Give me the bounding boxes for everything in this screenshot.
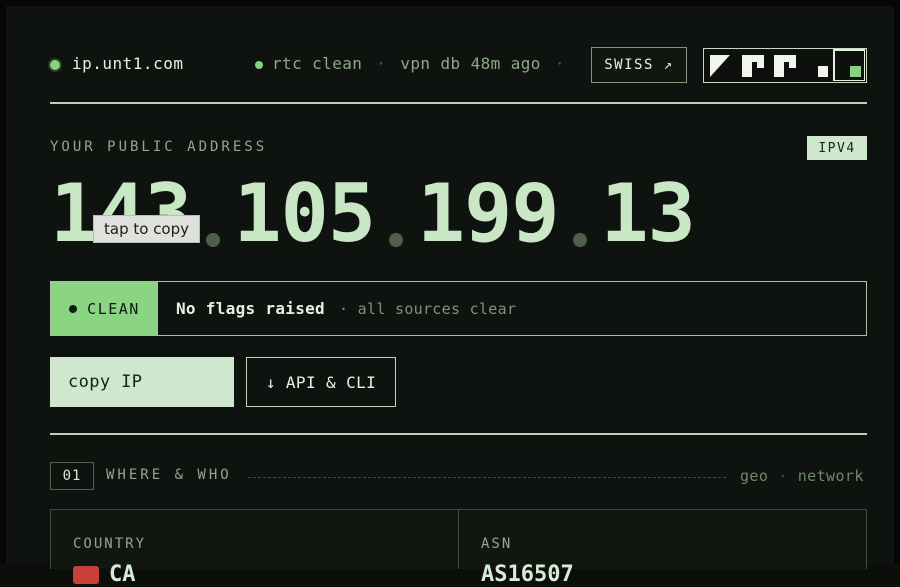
clean-badge-label: CLEAN xyxy=(87,299,140,318)
app-panel: ip.unt1.com rtc clean · vpn db 48m ago · SW… xyxy=(0,0,900,587)
country-flag-icon xyxy=(73,566,99,584)
status-led-icon xyxy=(50,60,60,70)
copy-tooltip: tap to copy xyxy=(93,215,201,243)
asn-card: ASN AS16507 xyxy=(458,510,866,587)
ip-octet[interactable]: 143 xyxy=(50,169,192,259)
section-divider xyxy=(50,433,867,435)
clean-badge: CLEAN xyxy=(51,282,158,335)
status-message: No flags raised · all sources clear xyxy=(158,282,516,335)
section-number: 01 xyxy=(50,462,94,490)
address-section-label: YOUR PUBLIC ADDRESS xyxy=(50,139,268,155)
ip-octet[interactable]: 105 xyxy=(234,169,376,259)
tag-network: network xyxy=(797,467,864,485)
header-divider xyxy=(50,102,867,104)
copy-ip-button[interactable]: copy IP xyxy=(50,357,234,407)
ip-octet[interactable]: 199 xyxy=(417,169,559,259)
octet-separator xyxy=(389,233,403,247)
swiss-button[interactable]: SWISS ↗ xyxy=(591,47,687,83)
api-cli-button[interactable]: ↓ API & CLI xyxy=(246,357,396,407)
status-detail: · all sources clear xyxy=(339,299,517,318)
octet-separator xyxy=(205,233,220,247)
tag-separator: · xyxy=(778,467,788,485)
tag-geo: geo xyxy=(740,467,769,485)
ip-address-display[interactable]: 143 105 199 13 xyxy=(50,169,696,259)
ip-version-badge: IPV4 xyxy=(807,136,867,160)
pixel-logo-icon xyxy=(710,49,866,82)
info-cards: COUNTRY CA ASN AS16507 xyxy=(50,509,867,587)
asn-value: AS16507 xyxy=(481,562,574,587)
section-tags: geo · network xyxy=(740,467,864,485)
rtc-status: rtc clean xyxy=(272,54,363,73)
clean-dot-icon xyxy=(69,304,78,313)
country-value: CA xyxy=(109,562,136,587)
status-separator: · xyxy=(376,54,387,73)
site-brand[interactable]: ip.unt1.com xyxy=(72,54,183,73)
reputation-status-bar: CLEAN No flags raised · all sources clea… xyxy=(50,281,867,336)
brand-logo xyxy=(703,48,867,83)
section-dash-rule xyxy=(248,477,726,478)
status-separator: · xyxy=(554,54,565,73)
country-label: COUNTRY xyxy=(73,536,147,552)
octet-separator xyxy=(572,233,587,247)
rtc-status-dot-icon xyxy=(255,61,263,69)
asn-label: ASN xyxy=(481,536,513,552)
ip-octet[interactable]: 13 xyxy=(601,169,696,259)
header-status: rtc clean · vpn db 48m ago · xyxy=(272,54,579,73)
section-title: WHERE & WHO xyxy=(106,467,232,483)
country-card: COUNTRY CA xyxy=(51,510,458,587)
vpn-db-status: vpn db 48m ago xyxy=(400,54,541,73)
status-headline: No flags raised xyxy=(176,299,325,318)
